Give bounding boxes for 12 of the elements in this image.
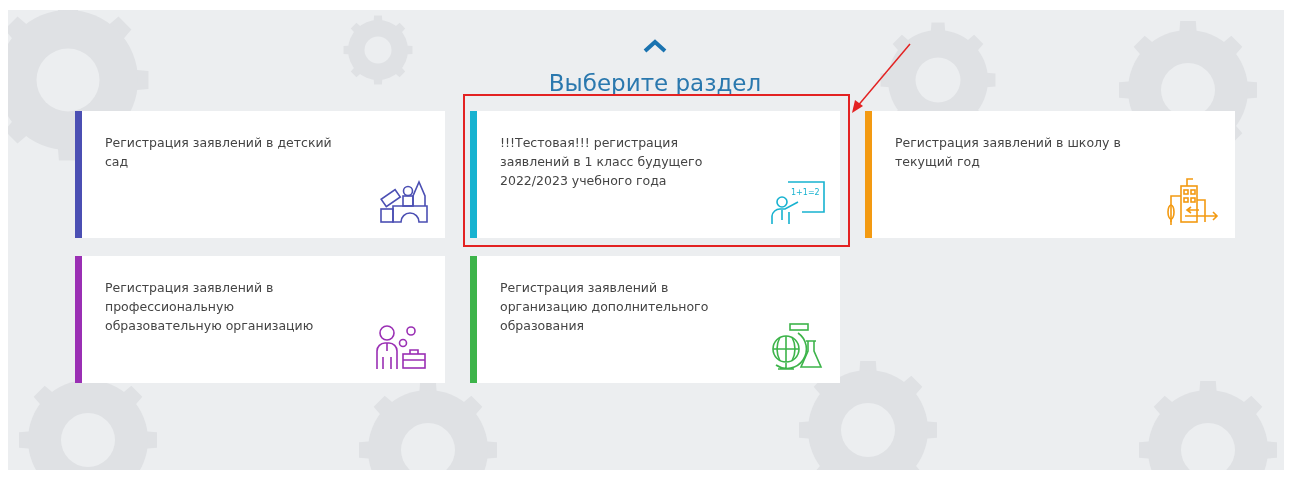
section-card[interactable]: Регистрация заявлений в организацию дополнительного образования bbox=[470, 256, 840, 383]
card-title: Регистрация заявлений в детский сад bbox=[105, 134, 333, 171]
card-title: Регистрация заявлений в организацию дополнительного образования bbox=[500, 279, 710, 335]
card-title: Регистрация заявлений в профессиональную образовательную организацию bbox=[105, 279, 315, 335]
card-title: Регистрация заявлений в школу в текущий год bbox=[895, 134, 1122, 171]
section-card[interactable]: Регистрация заявлений в детский сад bbox=[75, 111, 445, 238]
collapse-chevron-icon[interactable] bbox=[642, 38, 668, 54]
section-card[interactable]: !!!Тестовая!!! регистрация заявлений в 1 класс будущего 2022/2023 учебного года 1+1=2 bbox=[470, 111, 840, 238]
section-heading: Выберите раздел bbox=[548, 69, 762, 98]
section-card[interactable]: Регистрация заявлений в школу в текущий год bbox=[865, 111, 1235, 238]
section-card[interactable]: Регистрация заявлений в профессиональную образовательную организацию bbox=[75, 256, 445, 383]
card-title: !!!Тестовая!!! регистрация заявлений в 1 класс будущего 2022/2023 учебного года bbox=[500, 134, 704, 190]
